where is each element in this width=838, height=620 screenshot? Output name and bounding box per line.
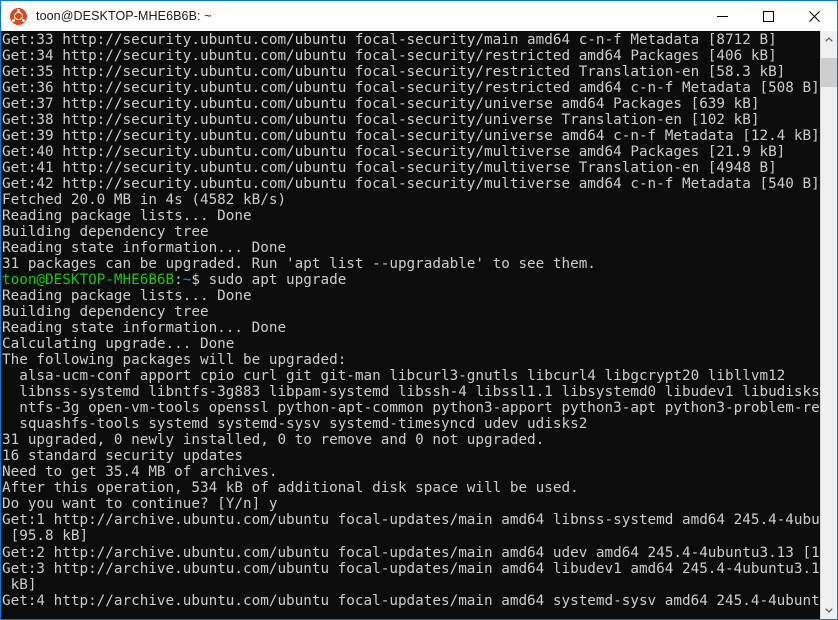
terminal-line: [95.8 kB]	[2, 528, 89, 545]
terminal-window: toon@DESKTOP-MHE6B6B: ~ Get:33 http://se…	[0, 0, 838, 620]
chevron-down-icon	[825, 608, 833, 613]
prompt-sigil: $	[191, 272, 209, 289]
terminal-line: alsa-ucm-conf apport cpio curl git git-m…	[2, 368, 786, 385]
terminal-line: Calculating upgrade... Done	[2, 336, 235, 353]
maximize-button[interactable]	[745, 0, 791, 32]
terminal-line: Reading state information... Done	[2, 320, 287, 337]
terminal-line: ntfs-3g open-vm-tools openssl python-apt…	[2, 400, 820, 417]
maximize-icon	[762, 10, 774, 22]
terminal-screen[interactable]: Get:33 http://security.ubuntu.com/ubuntu…	[1, 31, 820, 619]
terminal-line: Get:38 http://security.ubuntu.com/ubuntu…	[2, 112, 760, 129]
prompt-colon: :	[174, 272, 183, 289]
terminal-output-before-prompt: Get:33 http://security.ubuntu.com/ubuntu…	[2, 32, 820, 272]
prompt-command: sudo apt upgrade	[208, 272, 347, 289]
minimize-button[interactable]	[699, 0, 745, 32]
terminal-line: Do you want to continue? [Y/n] y	[2, 496, 278, 513]
terminal-line: Building dependency tree	[2, 304, 209, 321]
window-controls	[699, 0, 837, 32]
terminal-output-after-prompt: Reading package lists... Done Building de…	[2, 288, 820, 608]
terminal-line: libnss-systemd libntfs-3g883 libpam-syst…	[2, 384, 820, 401]
close-icon	[808, 10, 820, 22]
close-button[interactable]	[791, 0, 837, 32]
terminal-line: 31 upgraded, 0 newly installed, 0 to rem…	[2, 432, 545, 449]
terminal-line: 16 standard security updates	[2, 448, 244, 465]
prompt-line: toon@DESKTOP-MHE6B6B:~$ sudo apt upgrade	[2, 272, 820, 288]
terminal-line: Get:35 http://security.ubuntu.com/ubuntu…	[2, 64, 786, 81]
terminal-line: Reading state information... Done	[2, 240, 287, 257]
terminal-line: 31 packages can be upgraded. Run 'apt li…	[2, 256, 596, 273]
chevron-up-icon	[825, 37, 833, 42]
minimize-icon	[716, 15, 728, 17]
terminal-line: Get:34 http://security.ubuntu.com/ubuntu…	[2, 48, 777, 65]
title-bar-left: toon@DESKTOP-MHE6B6B: ~	[1, 7, 699, 25]
prompt-user-host: toon@DESKTOP-MHE6B6B	[2, 272, 175, 289]
terminal-line: Get:1 http://archive.ubuntu.com/ubuntu f…	[2, 512, 820, 529]
terminal-line: Get:2 http://archive.ubuntu.com/ubuntu f…	[2, 544, 820, 561]
scroll-up-button[interactable]	[821, 31, 837, 48]
ubuntu-logo-icon	[10, 7, 27, 25]
terminal-line: The following packages will be upgraded:	[2, 352, 347, 369]
terminal-line: Get:4 http://archive.ubuntu.com/ubuntu f…	[2, 592, 820, 609]
terminal-line: Get:39 http://security.ubuntu.com/ubuntu…	[2, 128, 820, 145]
window-title: toon@DESKTOP-MHE6B6B: ~	[36, 9, 212, 23]
terminal-line: Reading package lists... Done	[2, 288, 252, 305]
terminal-area: Get:33 http://security.ubuntu.com/ubuntu…	[1, 31, 837, 619]
terminal-line: Get:40 http://security.ubuntu.com/ubuntu…	[2, 144, 786, 161]
terminal-line: Need to get 35.4 MB of archives.	[2, 464, 278, 481]
terminal-line: Get:36 http://security.ubuntu.com/ubuntu…	[2, 80, 820, 97]
terminal-line: Get:3 http://archive.ubuntu.com/ubuntu f…	[2, 560, 820, 577]
terminal-line: Reading package lists... Done	[2, 208, 252, 225]
terminal-line: Fetched 20.0 MB in 4s (4582 kB/s)	[2, 192, 287, 209]
terminal-line: Get:41 http://security.ubuntu.com/ubuntu…	[2, 160, 777, 177]
title-bar[interactable]: toon@DESKTOP-MHE6B6B: ~	[0, 0, 838, 32]
scroll-down-button[interactable]	[821, 602, 837, 619]
terminal-line: Get:37 http://security.ubuntu.com/ubuntu…	[2, 96, 760, 113]
terminal-line: Get:33 http://security.ubuntu.com/ubuntu…	[2, 32, 777, 48]
terminal-line: After this operation, 534 kB of addition…	[2, 480, 579, 497]
terminal-line: Building dependency tree	[2, 224, 209, 241]
scrollbar-thumb[interactable]	[821, 58, 837, 87]
scrollbar-track[interactable]	[821, 48, 837, 602]
terminal-line: kB]	[2, 576, 37, 593]
terminal-line: Get:42 http://security.ubuntu.com/ubuntu…	[2, 176, 820, 193]
terminal-line: squashfs-tools systemd systemd-sysv syst…	[2, 416, 588, 433]
vertical-scrollbar[interactable]	[820, 31, 837, 619]
